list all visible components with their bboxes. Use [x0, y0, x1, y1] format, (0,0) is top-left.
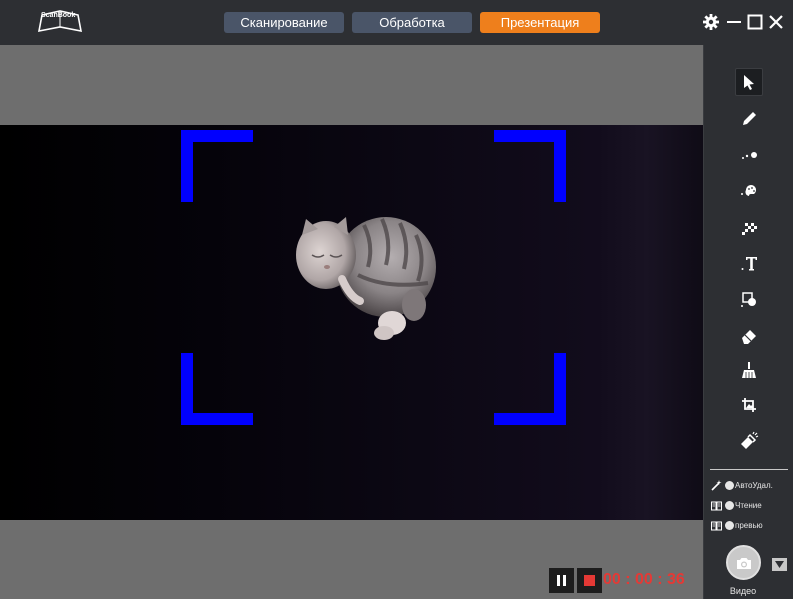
text-tool[interactable] [735, 249, 763, 277]
auto-delete-toggle[interactable] [725, 480, 734, 490]
eraser-tool[interactable] [735, 321, 763, 349]
reading-toggle[interactable] [725, 500, 734, 510]
color-palette-icon [741, 185, 756, 196]
close-icon[interactable] [766, 12, 786, 32]
laser-pointer-icon [742, 152, 757, 159]
focus-bracket-top-left [181, 130, 253, 202]
presentation-area: 00 : 00 : 36 [0, 45, 703, 599]
stop-icon [584, 575, 595, 586]
camera-view [0, 125, 703, 520]
focus-bracket-top-right [494, 130, 566, 202]
sidebar-separator [710, 469, 788, 470]
auto-delete-option: АвтоУдал. [711, 478, 773, 492]
spotlight-icon [741, 431, 759, 449]
maximize-icon[interactable] [745, 12, 765, 32]
gear-icon[interactable] [701, 12, 721, 32]
shapes-tool[interactable] [735, 285, 763, 313]
clear-broom-icon [742, 362, 756, 378]
eraser-icon [742, 330, 756, 344]
color-palette-tool[interactable] [735, 176, 763, 204]
text-icon [741, 257, 757, 271]
focus-bracket-bottom-left [181, 353, 253, 425]
reading-option: Чтение [711, 498, 762, 512]
pen-tool[interactable] [735, 105, 763, 133]
mosaic-icon [742, 223, 757, 235]
mosaic-tool[interactable] [735, 213, 763, 241]
tab-scan[interactable]: Сканирование [224, 12, 344, 33]
tool-sidebar: АвтоУдал. Чтение превью Видео [703, 45, 793, 599]
select-cursor-icon [744, 75, 754, 90]
open-book-icon [711, 521, 722, 530]
select-cursor-tool[interactable] [735, 68, 763, 96]
tab-process[interactable]: Обработка [352, 12, 472, 33]
laser-pointer-tool[interactable] [735, 141, 763, 169]
logo-text: ScanBook [41, 12, 76, 19]
capture-mode-label: Видео [729, 586, 757, 596]
image-insert-icon [742, 398, 756, 412]
preview-toggle[interactable] [725, 520, 734, 530]
tab-present[interactable]: Презентация [480, 12, 600, 33]
top-bar: ScanBook Сканирование Обработка Презента… [0, 0, 793, 45]
preview-option: превью [711, 518, 763, 532]
minimize-icon[interactable] [724, 12, 744, 32]
recording-timer: 00 : 00 : 36 [603, 571, 685, 588]
pause-icon [557, 575, 566, 586]
cat-figurine-image [296, 217, 436, 340]
capture-button[interactable] [726, 545, 761, 580]
image-insert-tool[interactable] [735, 391, 763, 419]
capture-mode-dropdown[interactable] [772, 558, 787, 571]
spotlight-tool[interactable] [735, 427, 763, 455]
shapes-icon [741, 292, 756, 307]
camera-icon [736, 557, 751, 569]
chevron-down-icon [775, 561, 784, 568]
reading-label: Чтение [735, 500, 762, 510]
preview-label: превью [735, 520, 763, 530]
app-window: ScanBook Сканирование Обработка Презента… [0, 0, 793, 599]
pause-button[interactable] [549, 568, 574, 593]
open-book-icon [711, 501, 722, 510]
pen-icon [743, 112, 756, 125]
focus-bracket-bottom-right [494, 353, 566, 425]
auto-delete-label: АвтоУдал. [735, 480, 773, 490]
stop-button[interactable] [577, 568, 602, 593]
clear-all-tool[interactable] [735, 356, 763, 384]
magic-wand-icon [711, 479, 722, 491]
